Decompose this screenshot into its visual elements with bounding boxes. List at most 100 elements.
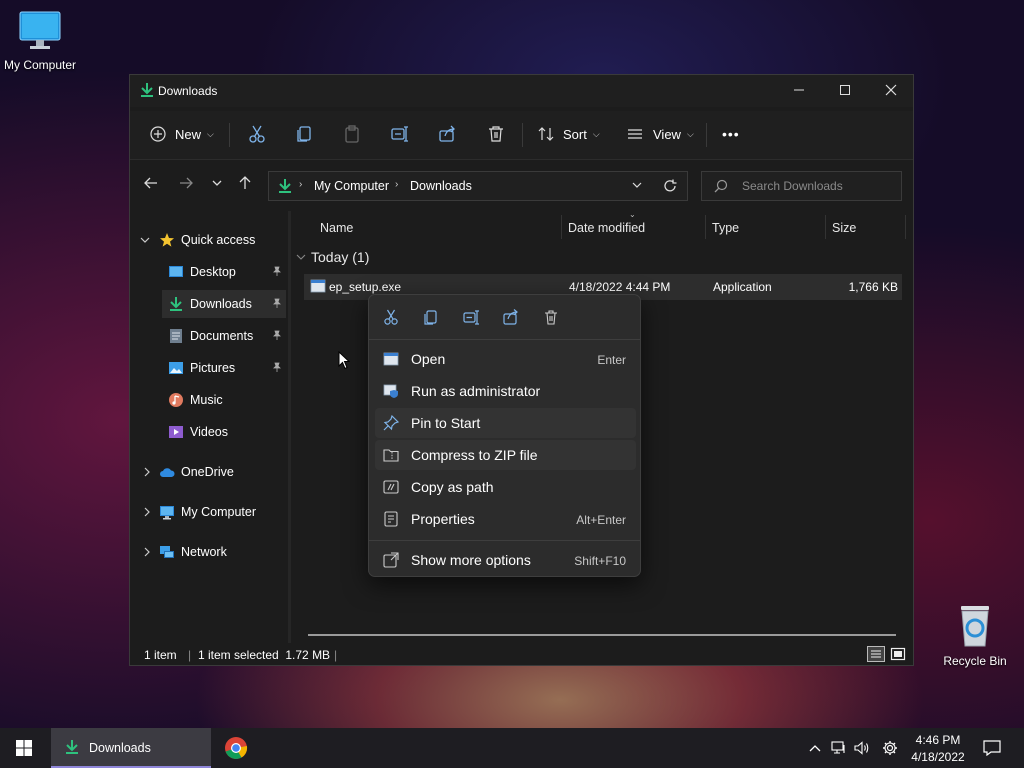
search-input[interactable] — [740, 178, 894, 194]
breadcrumb-downloads[interactable]: Downloads — [410, 179, 472, 193]
menu-item-copy-as-path[interactable]: Copy as path — [375, 472, 636, 502]
plus-circle-icon — [150, 126, 166, 142]
address-bar[interactable]: › My Computer › Downloads — [268, 171, 688, 201]
menu-item-open[interactable]: Open Enter — [375, 344, 636, 374]
network-tray-button[interactable] — [829, 728, 849, 768]
application-icon — [383, 351, 399, 367]
desktop-icon-recycle-bin[interactable]: Recycle Bin — [935, 602, 1015, 668]
close-icon — [885, 84, 897, 96]
refresh-button[interactable] — [663, 179, 677, 196]
copy-button[interactable] — [296, 121, 314, 147]
download-icon — [65, 739, 79, 758]
copy-icon — [424, 310, 437, 325]
column-type[interactable]: Type — [712, 221, 739, 235]
sidebar-item-onedrive[interactable]: OneDrive — [159, 458, 284, 486]
sidebar-item-videos[interactable]: Videos — [162, 418, 286, 446]
context-cut-button[interactable] — [381, 307, 401, 327]
settings-tray-button[interactable] — [880, 728, 900, 768]
desktop-icon-my-computer[interactable]: My Computer — [0, 10, 80, 72]
sidebar-item-network[interactable]: Network — [159, 538, 284, 566]
group-header-today[interactable]: Today (1) — [296, 249, 369, 265]
taskbar-item-downloads[interactable]: Downloads — [51, 728, 211, 768]
menu-item-run-as-administrator[interactable]: Run as administrator — [375, 376, 636, 406]
column-divider[interactable] — [561, 215, 562, 239]
chevron-down-icon — [632, 182, 642, 188]
context-rename-button[interactable] — [461, 307, 481, 327]
new-button[interactable]: New ⌵ — [150, 121, 214, 147]
rename-button[interactable] — [391, 121, 409, 147]
mouse-cursor-icon — [338, 350, 351, 375]
view-button[interactable]: View ⌵ — [627, 121, 694, 147]
breadcrumb-my-computer[interactable]: My Computer — [314, 179, 389, 193]
properties-icon — [383, 511, 399, 527]
details-view-button[interactable] — [867, 646, 885, 665]
menu-item-properties[interactable]: Properties Alt+Enter — [375, 504, 636, 534]
close-button[interactable] — [868, 75, 914, 105]
show-hidden-icons-button[interactable] — [805, 728, 825, 768]
more-options-button[interactable]: ••• — [722, 121, 740, 147]
pictures-icon — [168, 360, 184, 376]
sidebar-item-quick-access[interactable]: Quick access — [159, 226, 284, 254]
share-button[interactable] — [439, 121, 457, 147]
cut-button[interactable] — [248, 121, 266, 147]
clock-date: 4/18/2022 — [911, 750, 965, 764]
chrome-icon — [225, 737, 248, 759]
sidebar-item-pictures[interactable]: Pictures — [162, 354, 286, 382]
menu-item-label: Properties — [411, 511, 475, 527]
network-wired-icon — [831, 741, 845, 754]
paste-button[interactable] — [343, 121, 361, 147]
sidebar-item-label: Downloads — [190, 297, 252, 311]
large-icons-view-button[interactable] — [890, 646, 906, 665]
status-divider: | — [334, 648, 338, 662]
pane-splitter[interactable] — [288, 211, 291, 643]
chevron-right-icon[interactable] — [142, 547, 152, 560]
menu-item-pin-to-start[interactable]: Pin to Start — [375, 408, 636, 438]
forward-button[interactable] — [179, 176, 193, 193]
column-date-modified[interactable]: Date modified — [568, 221, 645, 235]
column-divider[interactable] — [905, 215, 906, 239]
search-box[interactable] — [701, 171, 902, 201]
chevron-right-icon[interactable] — [142, 467, 152, 480]
up-button[interactable] — [238, 176, 252, 193]
recent-locations-button[interactable] — [211, 176, 223, 193]
menu-item-compress-to-zip[interactable]: Compress to ZIP file — [375, 440, 636, 470]
videos-icon — [168, 424, 184, 440]
column-name[interactable]: Name — [320, 221, 353, 235]
context-share-button[interactable] — [501, 307, 521, 327]
column-divider[interactable] — [825, 215, 826, 239]
title-bar[interactable]: Downloads — [130, 75, 913, 107]
volume-tray-button[interactable] — [852, 728, 872, 768]
admin-shield-icon — [383, 383, 399, 399]
windows-logo-icon — [16, 740, 32, 756]
clipboard-icon — [345, 125, 359, 143]
chevron-right-icon[interactable] — [142, 507, 152, 520]
delete-button[interactable] — [487, 121, 505, 147]
context-copy-button[interactable] — [421, 307, 441, 327]
taskbar-item-chrome[interactable] — [222, 728, 250, 768]
file-size: 1,766 KB — [848, 280, 898, 294]
back-button[interactable] — [144, 176, 158, 193]
sidebar-item-downloads[interactable]: Downloads — [162, 290, 286, 318]
taskbar-clock[interactable]: 4:46 PM 4/18/2022 — [905, 732, 971, 766]
start-button[interactable] — [0, 728, 48, 768]
notifications-button[interactable] — [980, 728, 1004, 768]
horizontal-scrollbar[interactable] — [308, 634, 896, 636]
chevron-down-icon[interactable] — [140, 235, 150, 248]
menu-item-show-more-options[interactable]: Show more options Shift+F10 — [375, 545, 636, 575]
maximize-button[interactable] — [822, 75, 868, 105]
context-delete-button[interactable] — [541, 307, 561, 327]
address-dropdown-button[interactable] — [631, 179, 643, 194]
pin-icon — [272, 330, 282, 343]
sidebar-item-my-computer[interactable]: My Computer — [159, 498, 284, 526]
desktop-icon — [168, 264, 184, 280]
column-divider[interactable] — [705, 215, 706, 239]
column-size[interactable]: Size — [832, 221, 856, 235]
sidebar-item-desktop[interactable]: Desktop — [162, 258, 286, 286]
sidebar-item-documents[interactable]: Documents — [162, 322, 286, 350]
sidebar-item-label: Music — [190, 393, 223, 407]
scissors-icon — [384, 309, 398, 325]
sort-button[interactable]: Sort ⌵ — [538, 121, 600, 147]
menu-item-label: Open — [411, 351, 446, 367]
minimize-button[interactable] — [776, 75, 822, 105]
sidebar-item-music[interactable]: Music — [162, 386, 286, 414]
